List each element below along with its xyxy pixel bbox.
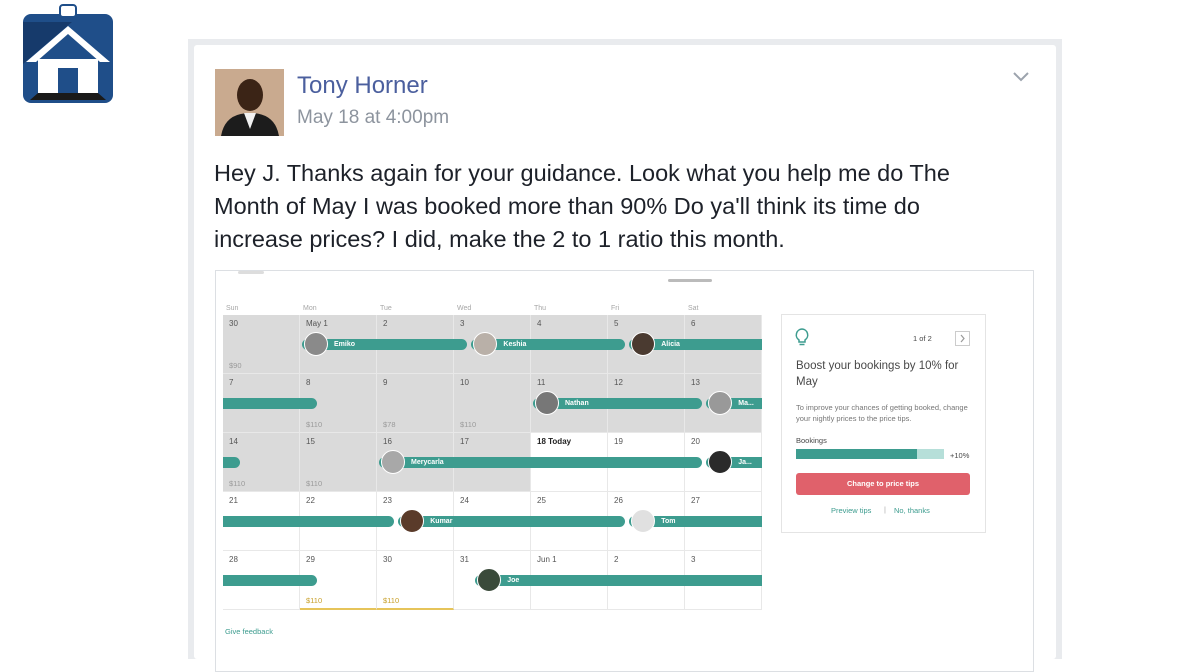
day-number: 5	[614, 319, 619, 328]
booking-bar[interactable]	[223, 457, 241, 468]
day-number: 30	[383, 555, 392, 564]
day-number: 10	[460, 378, 469, 387]
day-number: 26	[614, 496, 623, 505]
guest-name: Merycarla	[411, 459, 444, 466]
day-number: 2	[614, 555, 619, 564]
bookings-delta: +10%	[950, 451, 970, 460]
day-number: 12	[614, 378, 623, 387]
day-number: 30	[229, 319, 238, 328]
calendar-day[interactable]: 10 $110	[454, 374, 531, 433]
day-number: 6	[691, 319, 696, 328]
change-to-price-tips-button[interactable]: Change to price tips	[796, 473, 970, 495]
day-price: $110	[306, 479, 323, 488]
guest-name: Ma...	[738, 400, 754, 407]
day-number: 28	[229, 555, 238, 564]
weekday-label: Tue	[380, 305, 392, 312]
day-number: 14	[229, 437, 238, 446]
lightbulb-icon	[795, 328, 809, 346]
weekday-label: Wed	[457, 305, 472, 312]
day-number: 18 Today	[537, 437, 572, 446]
day-price: $110	[383, 596, 400, 605]
calendar-day[interactable]: 15 $110	[300, 433, 377, 492]
guest-name: Tom	[661, 518, 676, 525]
preview-tips-link[interactable]: Preview tips	[831, 506, 871, 515]
day-number: Jun 1	[537, 555, 557, 564]
weekday-label: Thu	[534, 305, 547, 312]
guest-avatar[interactable]	[381, 450, 405, 474]
bookings-label: Bookings	[796, 436, 827, 445]
day-number: 20	[691, 437, 700, 446]
day-number: 29	[306, 555, 315, 564]
day-price: $110	[306, 596, 323, 605]
post-text: Hey J. Thanks again for your guidance. L…	[214, 160, 950, 252]
day-number: 27	[691, 496, 700, 505]
day-number: 2	[383, 319, 388, 328]
day-number: 9	[383, 378, 388, 387]
booking-bar[interactable]	[223, 398, 318, 409]
give-feedback-link[interactable]: Give feedback	[225, 627, 273, 636]
day-price: $110	[306, 420, 323, 429]
weekday-label: Sun	[226, 305, 239, 312]
day-number: 23	[383, 496, 392, 505]
day-number: 16	[383, 437, 392, 446]
chevron-down-icon[interactable]	[1012, 71, 1030, 83]
booking-bar[interactable]	[223, 575, 318, 586]
guest-avatar[interactable]	[304, 332, 328, 356]
day-number: 24	[460, 496, 469, 505]
guest-name: Keshia	[503, 341, 527, 348]
calendar-screenshot: Sun Mon Tue Wed Thu Fri Sat 30 $90 May 1 2 3 4 5 6 7 8 $…	[215, 270, 1034, 672]
day-number: 22	[306, 496, 315, 505]
tips-separator: |	[884, 505, 886, 514]
price-tips-card: 1 of 2 Boost your bookings by 10% for Ma…	[781, 314, 986, 533]
calendar-day[interactable]: 30 $110	[377, 551, 454, 610]
tips-title: Boost your bookings by 10% for May	[796, 360, 959, 388]
next-tip-button[interactable]	[955, 331, 970, 346]
tips-pager: 1 of 2	[913, 334, 932, 343]
guest-avatar[interactable]	[535, 391, 559, 415]
day-number: 4	[537, 319, 542, 328]
bookings-progress	[796, 449, 944, 459]
day-price: $78	[383, 420, 396, 429]
guest-name: Joe	[507, 577, 520, 584]
day-number: 15	[306, 437, 315, 446]
weekday-label: Fri	[611, 305, 620, 312]
guest-name: Alicia	[661, 341, 680, 348]
tips-description: To improve your chances of getting booke…	[796, 403, 968, 423]
day-number: 3	[691, 555, 696, 564]
author-name[interactable]: Tony Horner	[297, 72, 428, 100]
chevron-right-icon	[960, 334, 965, 343]
day-number: 21	[229, 496, 238, 505]
weekday-label: Mon	[303, 305, 317, 312]
day-number: 31	[460, 555, 469, 564]
day-price: $110	[229, 479, 246, 488]
booking-bar[interactable]	[223, 516, 395, 527]
day-number: 8	[306, 378, 311, 387]
day-number: May 1	[306, 319, 328, 328]
post-timestamp[interactable]: May 18 at 4:00pm	[297, 107, 449, 129]
bookings-progress-fill	[796, 449, 918, 459]
day-price: $110	[460, 420, 477, 429]
day-number: 13	[691, 378, 700, 387]
day-number: 3	[460, 319, 465, 328]
guest-name: Nathan	[565, 400, 589, 407]
post-card: Tony Horner May 18 at 4:00pm Hey J. Than…	[188, 39, 1062, 672]
guest-name: Kumar	[430, 518, 453, 525]
day-price: $90	[229, 361, 242, 370]
post-body: Tony Horner May 18 at 4:00pm Hey J. Than…	[194, 45, 1056, 672]
no-thanks-link[interactable]: No, thanks	[894, 506, 930, 515]
avatar[interactable]	[215, 69, 284, 136]
day-number: 17	[460, 437, 469, 446]
weekday-label: Sat	[688, 305, 699, 312]
day-number: 7	[229, 378, 234, 387]
day-number: 19	[614, 437, 623, 446]
day-number: 25	[537, 496, 546, 505]
day-number: 11	[537, 378, 546, 387]
home-logo-icon	[23, 4, 113, 103]
guest-name: Emiko	[334, 341, 356, 348]
guest-name: Ja...	[738, 459, 752, 466]
calendar-day[interactable]: 30 $90	[223, 315, 300, 374]
calendar-day[interactable]: 9 $78	[377, 374, 454, 433]
